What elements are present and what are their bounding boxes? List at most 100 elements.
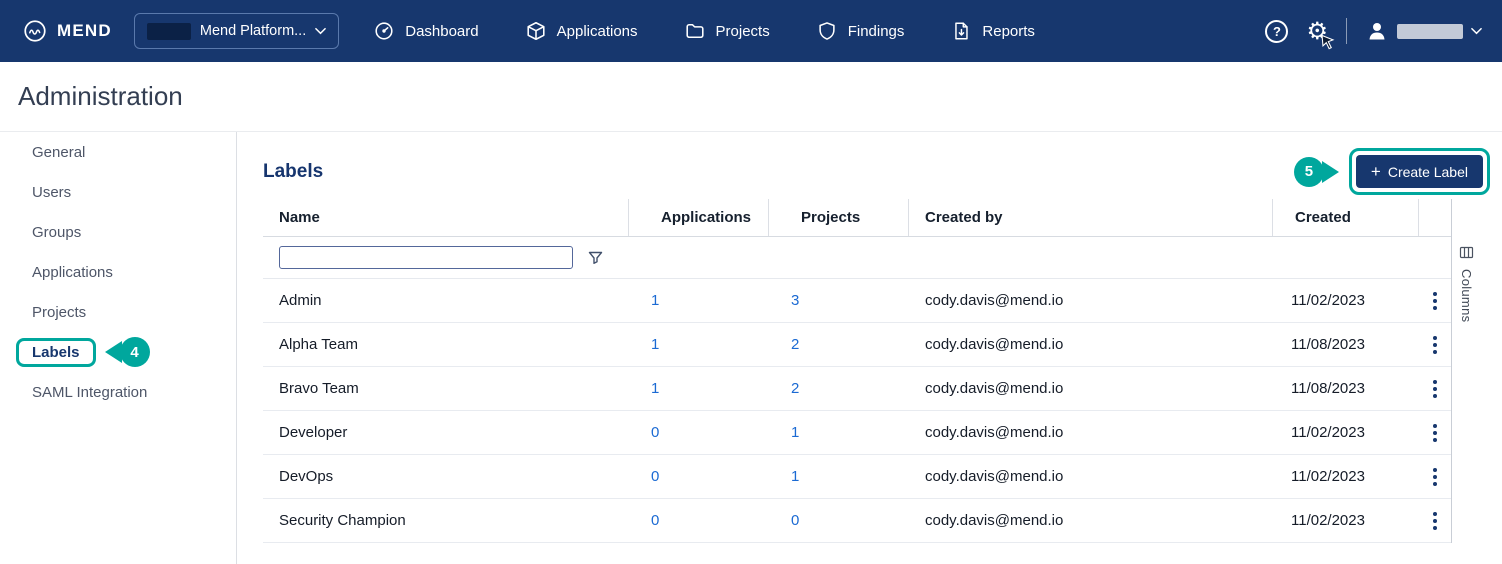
annotation-step-5: 5 xyxy=(1293,156,1339,187)
labels-highlight-box[interactable]: Labels xyxy=(16,337,96,367)
chevron-down-icon xyxy=(315,27,327,35)
section-heading: Labels xyxy=(263,160,324,182)
applications-count-link[interactable]: 0 xyxy=(651,512,659,529)
platform-selector[interactable]: Mend Platform... xyxy=(133,13,340,49)
nav-label: Applications xyxy=(556,22,638,40)
sidebar-item-label: Users xyxy=(32,183,72,201)
created-date-cell: 11/08/2023 xyxy=(1291,336,1365,353)
projects-count-link[interactable]: 1 xyxy=(791,424,799,441)
reports-document-icon xyxy=(950,20,972,42)
nav-item-findings[interactable]: Findings xyxy=(816,20,904,42)
applications-count-link[interactable]: 0 xyxy=(651,468,659,485)
mend-logo[interactable]: MEND xyxy=(22,18,112,44)
applications-count-link[interactable]: 0 xyxy=(651,424,659,441)
page-header: Administration xyxy=(0,62,1502,132)
settings-button[interactable]: ⚙ xyxy=(1306,19,1335,50)
projects-count-link[interactable]: 1 xyxy=(791,468,799,485)
sidebar-item-label: Projects xyxy=(32,303,87,321)
label-name-cell: Security Champion xyxy=(279,512,406,529)
row-actions-kebab-icon[interactable] xyxy=(1429,420,1441,446)
help-button[interactable]: ? xyxy=(1265,19,1289,43)
row-actions-cell xyxy=(1419,508,1451,534)
nav-label: Projects xyxy=(715,22,770,40)
nav-item-projects[interactable]: Projects xyxy=(684,20,770,42)
projects-count-link[interactable]: 2 xyxy=(791,380,799,397)
created-by-cell: cody.davis@mend.io xyxy=(925,512,1064,529)
sidebar-item-labels[interactable]: Labels 4 xyxy=(0,332,236,372)
row-actions-cell xyxy=(1419,332,1451,358)
projects-count-cell: 3 xyxy=(769,292,909,309)
row-actions-kebab-icon[interactable] xyxy=(1429,508,1441,534)
table-row: Developer 0 1 cody.davis@mend.io 11/02/2… xyxy=(263,411,1451,455)
sidebar-item-users[interactable]: Users xyxy=(0,172,236,212)
columns-toggle-label: Columns xyxy=(1459,269,1474,323)
projects-count-link[interactable]: 3 xyxy=(791,292,799,309)
create-label-button[interactable]: + Create Label xyxy=(1355,155,1483,188)
table-row: Bravo Team 1 2 cody.davis@mend.io 11/08/… xyxy=(263,367,1451,411)
projects-count-cell: 2 xyxy=(769,336,909,353)
table-row: Admin 1 3 cody.davis@mend.io 11/02/2023 xyxy=(263,279,1451,323)
projects-count-cell: 1 xyxy=(769,468,909,485)
applications-count-cell: 1 xyxy=(629,380,769,397)
create-label-highlight-box: + Create Label xyxy=(1348,148,1490,195)
column-header-created-by[interactable]: Created by xyxy=(909,199,1273,236)
topnav-right: ? ⚙ xyxy=(1265,18,1482,50)
column-header-name[interactable]: Name xyxy=(263,199,629,236)
applications-count-cell: 1 xyxy=(629,292,769,309)
applications-icon xyxy=(525,20,547,42)
sidebar-item-projects[interactable]: Projects xyxy=(0,292,236,332)
nav-item-dashboard[interactable]: Dashboard xyxy=(373,20,479,42)
mouse-cursor xyxy=(1321,35,1336,51)
row-actions-cell xyxy=(1419,464,1451,490)
sidebar-item-saml-integration[interactable]: SAML Integration xyxy=(0,372,236,412)
applications-count-link[interactable]: 1 xyxy=(651,336,659,353)
sidebar-item-applications[interactable]: Applications xyxy=(0,252,236,292)
label-name-cell: Bravo Team xyxy=(279,380,359,397)
column-header-created[interactable]: Created xyxy=(1273,199,1419,236)
column-header-actions xyxy=(1419,199,1451,236)
row-actions-kebab-icon[interactable] xyxy=(1429,464,1441,490)
step-number-badge: 5 xyxy=(1293,156,1324,187)
projects-count-link[interactable]: 2 xyxy=(791,336,799,353)
projects-count-cell: 1 xyxy=(769,424,909,441)
nav-item-reports[interactable]: Reports xyxy=(950,20,1035,42)
filter-funnel-icon xyxy=(587,249,604,266)
admin-sidebar: General Users Groups Applications Projec… xyxy=(0,132,237,564)
nav-item-applications[interactable]: Applications xyxy=(525,20,638,42)
table-row: DevOps 0 1 cody.davis@mend.io 11/02/2023 xyxy=(263,455,1451,499)
created-by-cell: cody.davis@mend.io xyxy=(925,468,1064,485)
arrow-left-icon xyxy=(104,341,122,363)
projects-folder-icon xyxy=(684,20,706,42)
columns-panel-toggle[interactable]: Columns xyxy=(1451,199,1481,543)
user-menu[interactable] xyxy=(1365,19,1482,43)
created-date-cell: 11/08/2023 xyxy=(1291,380,1365,397)
top-navigation: MEND Mend Platform... Dashboard Applicat… xyxy=(0,0,1502,62)
label-name-cell: Admin xyxy=(279,292,322,309)
projects-count-link[interactable]: 0 xyxy=(791,512,799,529)
name-filter-input[interactable] xyxy=(279,246,573,269)
mend-logo-icon xyxy=(22,18,48,44)
row-actions-kebab-icon[interactable] xyxy=(1429,288,1441,314)
column-header-projects[interactable]: Projects xyxy=(769,199,909,236)
label-name-cell: Alpha Team xyxy=(279,336,358,353)
created-date-cell: 11/02/2023 xyxy=(1291,424,1365,441)
applications-count-link[interactable]: 1 xyxy=(651,380,659,397)
table-body: Admin 1 3 cody.davis@mend.io 11/02/2023 … xyxy=(263,279,1451,543)
platform-selector-label: Mend Platform... xyxy=(199,23,307,39)
chevron-down-icon xyxy=(1471,27,1482,35)
redacted-username xyxy=(1397,23,1463,39)
row-actions-kebab-icon[interactable] xyxy=(1429,376,1441,402)
column-header-applications[interactable]: Applications xyxy=(629,199,769,236)
projects-count-cell: 2 xyxy=(769,380,909,397)
label-name-cell: Developer xyxy=(279,424,348,441)
sidebar-item-label: Groups xyxy=(32,223,82,241)
brand-name: MEND xyxy=(57,21,112,40)
labels-table: Name Applications Projects Created by Cr… xyxy=(263,199,1451,543)
sidebar-item-groups[interactable]: Groups xyxy=(0,212,236,252)
created-date-cell: 11/02/2023 xyxy=(1291,512,1365,529)
row-actions-kebab-icon[interactable] xyxy=(1429,332,1441,358)
applications-count-link[interactable]: 1 xyxy=(651,292,659,309)
sidebar-item-general[interactable]: General xyxy=(0,132,236,172)
primary-nav: Dashboard Applications Projects Findings… xyxy=(373,20,1035,42)
filter-button[interactable] xyxy=(587,249,604,266)
